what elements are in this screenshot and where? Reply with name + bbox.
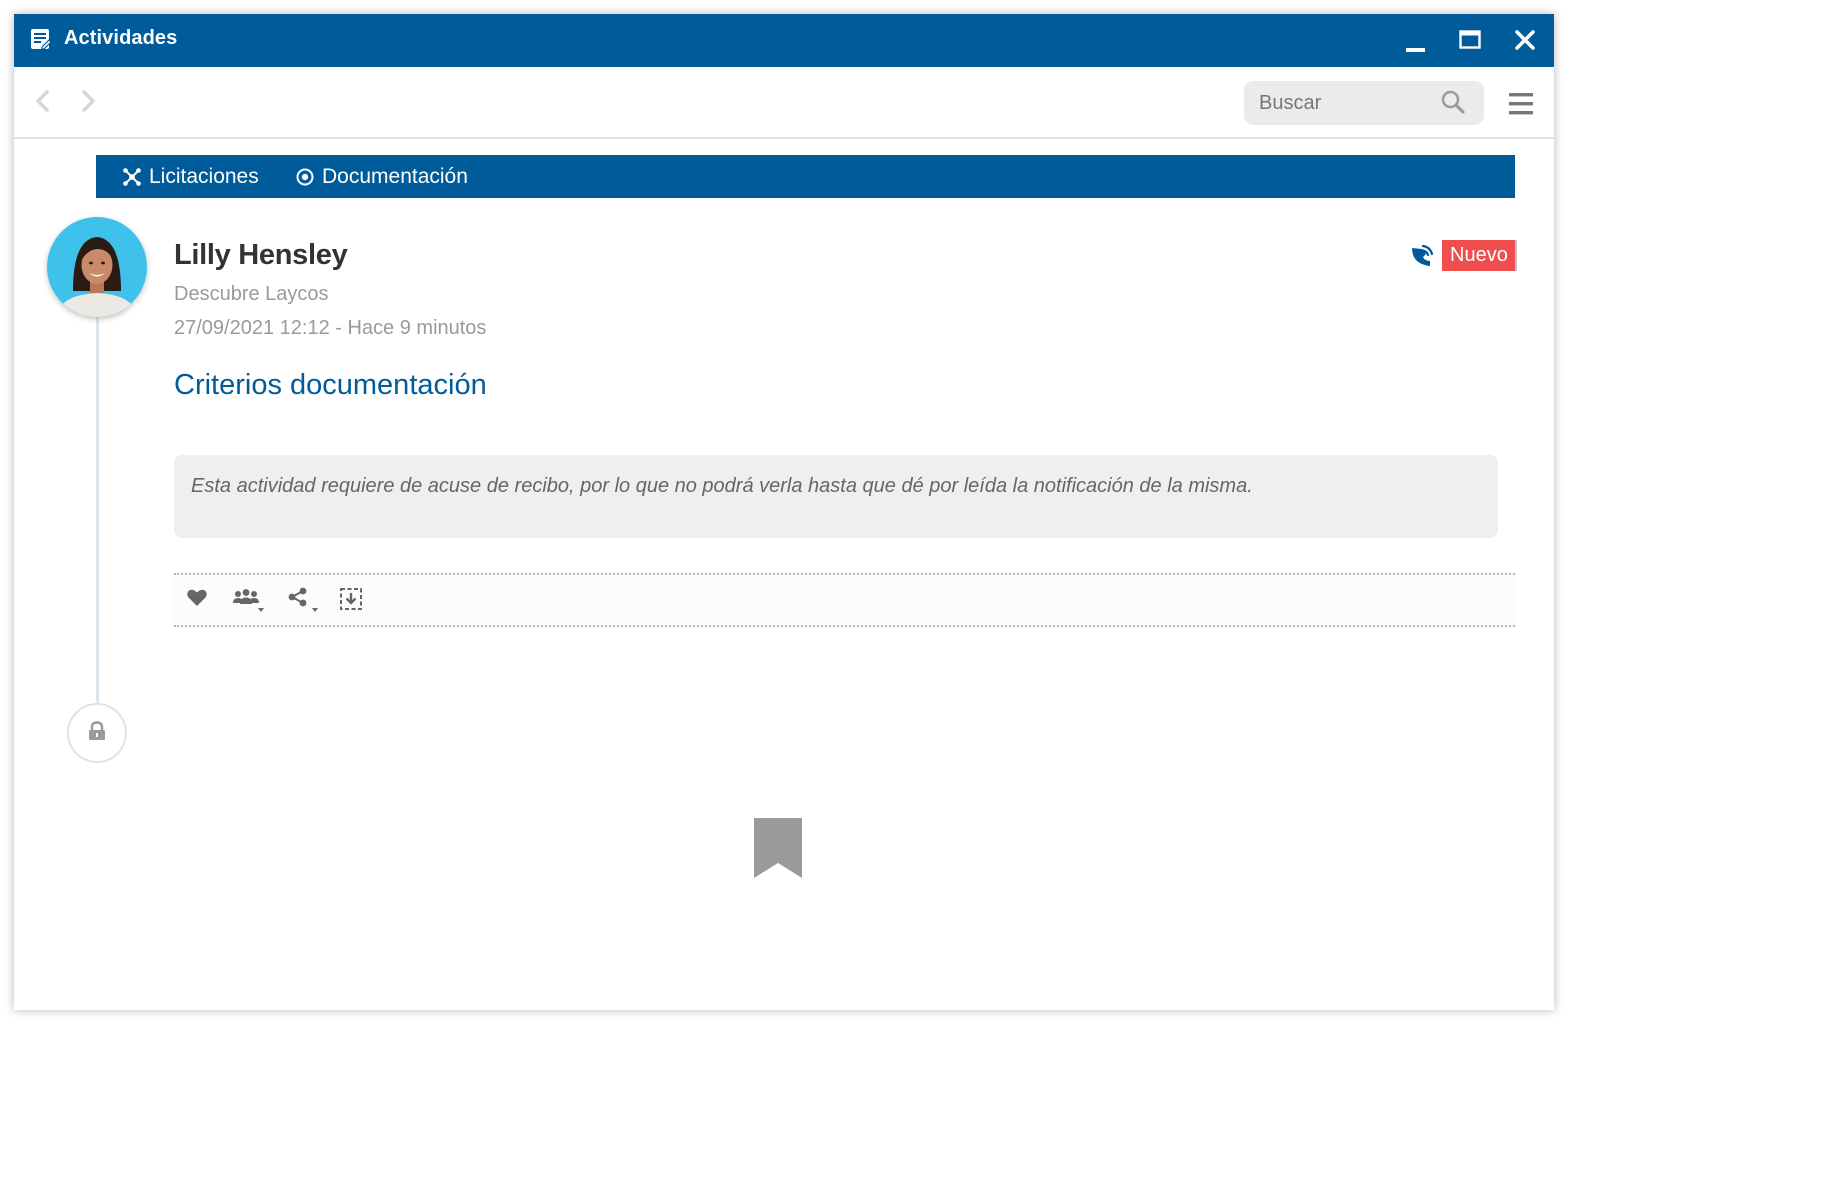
actions-bar [174, 573, 1515, 627]
back-arrow-icon[interactable] [30, 87, 56, 115]
category-bar: Licitaciones Documentación [96, 155, 1515, 198]
group-icon[interactable] [232, 587, 266, 617]
activity-title[interactable]: Criterios documentación [174, 369, 487, 402]
toolbar [14, 67, 1554, 139]
new-badge: Nuevo [1442, 240, 1517, 271]
lock-icon [89, 721, 105, 740]
timeline-lock-node [67, 703, 127, 763]
radio-target-icon [296, 168, 314, 186]
activities-window: Actividades Buscar Licitaciones Document… [14, 14, 1554, 1010]
category-licitaciones[interactable]: Licitaciones [122, 155, 282, 198]
receipt-notice: Esta actividad requiere de acuse de reci… [174, 455, 1498, 538]
hamburger-menu-icon[interactable] [1508, 91, 1534, 117]
broadcast-icon [1412, 244, 1434, 266]
category-documentacion[interactable]: Documentación [295, 155, 495, 198]
search-box [1244, 81, 1484, 125]
timestamp: 27/09/2021 12:12 - Hace 9 minutos [174, 317, 487, 339]
forward-arrow-icon[interactable] [75, 87, 101, 115]
author-name[interactable]: Lilly Hensley [174, 239, 348, 272]
heart-icon[interactable] [186, 587, 208, 609]
download-icon[interactable] [339, 587, 363, 611]
search-input[interactable] [1244, 81, 1444, 125]
close-icon[interactable] [1510, 26, 1540, 56]
minimize-icon[interactable] [1400, 26, 1430, 56]
company-name: Descubre Laycos [174, 283, 329, 305]
network-icon [123, 168, 141, 186]
share-icon[interactable] [288, 587, 322, 617]
title-bar: Actividades [14, 14, 1554, 67]
category-label: Licitaciones [149, 165, 259, 188]
activity-doc-icon [31, 29, 52, 50]
window-title: Actividades [64, 27, 178, 49]
category-label: Documentación [322, 165, 468, 188]
timeline-line [96, 314, 99, 704]
bookmark-icon [754, 818, 802, 878]
maximize-icon[interactable] [1455, 26, 1485, 56]
avatar[interactable] [47, 217, 147, 317]
search-icon[interactable] [1440, 89, 1466, 115]
notice-text: Esta actividad requiere de acuse de reci… [191, 475, 1253, 497]
